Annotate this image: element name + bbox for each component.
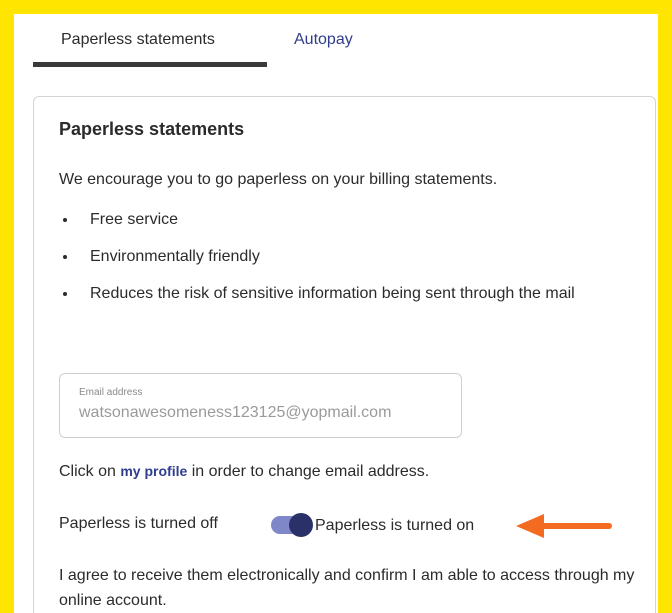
hint-prefix: Click on xyxy=(59,463,121,480)
intro-text: We encourage you to go paperless on your… xyxy=(59,171,498,188)
page-frame: Paperless statements Autopay Paperless s… xyxy=(14,14,658,613)
benefits-list: Free service Environmentally friendly Re… xyxy=(59,201,619,312)
paperless-toggle-row: Paperless is turned off Paperless is tur… xyxy=(59,513,649,543)
arrow-left-icon xyxy=(516,514,612,538)
paperless-card: Paperless statements We encourage you to… xyxy=(33,96,656,613)
card-title: Paperless statements xyxy=(59,119,245,139)
tab-paperless-statements[interactable]: Paperless statements xyxy=(61,31,215,49)
bullet-icon xyxy=(63,218,67,222)
hint-suffix: in order to change email address. xyxy=(187,463,430,480)
paperless-toggle[interactable] xyxy=(271,513,313,537)
tab-autopay[interactable]: Autopay xyxy=(294,31,353,49)
bullet-icon xyxy=(63,292,67,296)
list-item-text: Environmentally friendly xyxy=(90,248,260,265)
list-item: Environmentally friendly xyxy=(59,238,619,275)
list-item: Free service xyxy=(59,201,619,238)
list-item: Reduces the risk of sensitive informatio… xyxy=(59,275,619,312)
agreement-text: I agree to receive them electronically a… xyxy=(59,567,635,609)
change-email-hint: Click on my profile in order to change e… xyxy=(59,463,429,481)
toggle-on-label: Paperless is turned on xyxy=(315,517,475,534)
toggle-off-label: Paperless is turned off xyxy=(59,515,218,532)
email-field-label: Email address xyxy=(79,387,143,398)
my-profile-link[interactable]: my profile xyxy=(120,463,187,479)
tab-bar: Paperless statements Autopay xyxy=(14,14,658,68)
active-tab-indicator xyxy=(33,62,267,67)
bullet-icon xyxy=(63,255,67,259)
list-item-text: Free service xyxy=(90,211,179,228)
toggle-knob xyxy=(289,513,313,537)
list-item-text: Reduces the risk of sensitive informatio… xyxy=(90,285,575,302)
email-field[interactable]: Email address watsonawesomeness123125@yo… xyxy=(59,373,462,438)
email-field-value: watsonawesomeness123125@yopmail.com xyxy=(79,404,392,421)
